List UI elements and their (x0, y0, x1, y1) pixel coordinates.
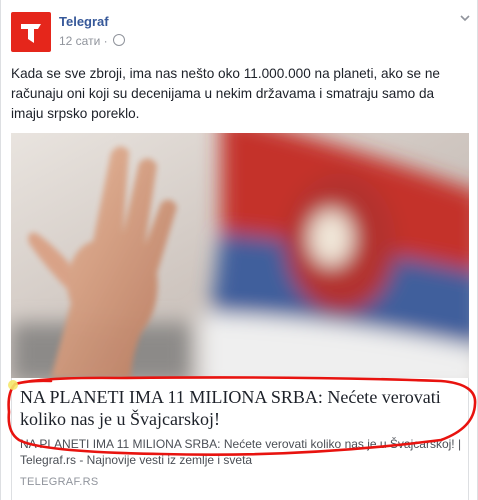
post-header: Telegraf 12 сати · (11, 12, 471, 56)
post-timestamp[interactable]: 12 сати (59, 34, 100, 48)
link-preview-image[interactable] (11, 133, 469, 378)
link-domain: TELEGRAF.RS (20, 476, 99, 488)
page-name[interactable]: Telegraf (59, 14, 109, 29)
globe-icon (112, 34, 125, 46)
telegraf-logo[interactable] (11, 12, 51, 52)
link-preview[interactable]: NA PLANETI IMA 11 MILIONA SRBA: Nećete v… (11, 378, 469, 500)
post-meta: 12 сати · (59, 34, 125, 48)
meta-separator: · (103, 34, 108, 48)
link-description: NA PLANETI IMA 11 MILIONA SRBA: Nećete v… (20, 437, 462, 467)
chevron-down-icon[interactable] (459, 12, 471, 24)
link-title[interactable]: NA PLANETI IMA 11 MILIONA SRBA: Nećete v… (20, 386, 470, 430)
facebook-post: Telegraf 12 сати · Kada se sve zbroji, i… (0, 0, 478, 500)
hand-flag-photo (11, 133, 469, 378)
post-text: Kada se sve zbroji, ima nas nešto oko 11… (11, 66, 440, 121)
